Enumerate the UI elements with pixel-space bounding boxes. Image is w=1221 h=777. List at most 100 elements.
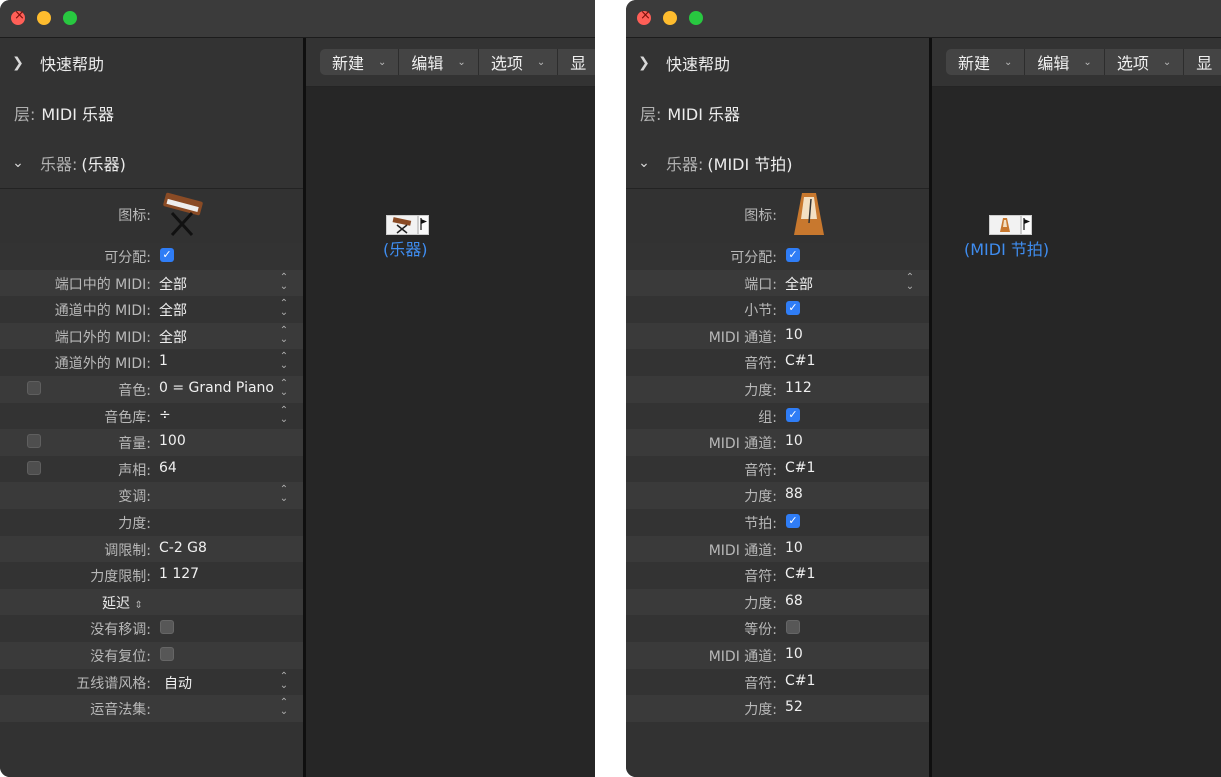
updown-chevron-icon[interactable]: ⌃ ⌄ bbox=[279, 325, 289, 344]
division-note-value[interactable]: C#1 bbox=[785, 673, 815, 689]
pan-value[interactable]: 64 bbox=[159, 460, 177, 476]
param-row-bar-velocity: 力度: 112 bbox=[626, 375, 929, 403]
param-label: 通道外的 MIDI: bbox=[54, 356, 151, 373]
chevron-down-icon: ⌄ bbox=[536, 56, 546, 68]
midi-in-channel-value[interactable]: 全部 bbox=[159, 300, 187, 320]
beat-note-value[interactable]: C#1 bbox=[785, 566, 815, 582]
param-row-midi-in-channel: 通道中的 MIDI: 全部 ⌃ ⌄ bbox=[0, 296, 303, 323]
instrument-header[interactable]: ⌄ 乐器: (乐器) bbox=[0, 138, 303, 189]
updown-chevron-icon[interactable]: ⌃ ⌄ bbox=[279, 671, 289, 690]
object-name[interactable]: (MIDI 节拍) bbox=[964, 236, 1049, 260]
midi-out-port-value[interactable]: 全部 bbox=[159, 327, 187, 347]
midi-in-port-value[interactable]: 全部 bbox=[159, 274, 187, 294]
division-channel-value[interactable]: 10 bbox=[785, 646, 803, 662]
menu-label: 显 bbox=[1196, 54, 1213, 73]
menu-label: 编辑 bbox=[1037, 54, 1070, 73]
param-label: 没有复位: bbox=[90, 648, 151, 665]
minimize-button[interactable] bbox=[663, 11, 677, 25]
param-label: 端口: bbox=[744, 276, 777, 293]
midi-out-channel-value[interactable]: 1 bbox=[159, 353, 168, 369]
port-value[interactable]: 全部 bbox=[785, 274, 813, 294]
param-label: 通道中的 MIDI: bbox=[54, 303, 151, 320]
updown-chevron-icon[interactable]: ⌃ ⌄ bbox=[905, 272, 915, 291]
bar-velocity-value[interactable]: 112 bbox=[785, 380, 812, 396]
updown-chevron-icon[interactable]: ⌃ ⌄ bbox=[279, 485, 289, 504]
updown-chevron-icon[interactable]: ⌃ ⌄ bbox=[279, 698, 289, 717]
group-velocity-value[interactable]: 88 bbox=[785, 486, 803, 502]
chevron-down-icon: ⌄ bbox=[378, 56, 387, 68]
param-row-bar: 小节: ✓ bbox=[626, 296, 929, 323]
chevron-right-icon: ❯ bbox=[12, 55, 24, 71]
beat-channel-value[interactable]: 10 bbox=[785, 540, 803, 556]
updown-chevron-icon[interactable]: ⌃ ⌄ bbox=[279, 272, 289, 291]
quick-help-header[interactable]: ❯ 快速帮助 bbox=[0, 38, 303, 89]
beat-velocity-value[interactable]: 68 bbox=[785, 593, 803, 609]
velocity-limit-value[interactable]: 1 127 bbox=[159, 566, 199, 582]
new-menu-button[interactable]: 新建 ⌄ bbox=[946, 49, 1026, 75]
assignable-checkbox[interactable]: ✓ bbox=[786, 248, 800, 262]
updown-chevron-icon[interactable]: ⌃ ⌄ bbox=[279, 352, 289, 371]
delay-label[interactable]: 延迟 ⇕ bbox=[102, 593, 143, 613]
metronome-icon[interactable] bbox=[784, 189, 834, 239]
updown-chevron-icon[interactable]: ⌃ ⌄ bbox=[279, 405, 289, 424]
zoom-button[interactable] bbox=[63, 11, 77, 25]
program-value[interactable]: 0 = Grand Piano bbox=[159, 380, 274, 396]
param-row-articulation: 运音法集: ⌃ ⌄ bbox=[0, 695, 303, 722]
program-enable-checkbox[interactable] bbox=[27, 380, 41, 395]
new-menu-button[interactable]: 新建 ⌄ bbox=[320, 49, 400, 75]
layer-label: 层: bbox=[14, 105, 36, 124]
edit-menu-button[interactable]: 编辑 ⌄ bbox=[1025, 49, 1105, 75]
options-menu-button[interactable]: 选项 ⌄ bbox=[1105, 49, 1185, 75]
edit-menu-button[interactable]: 编辑 ⌄ bbox=[399, 49, 479, 75]
param-label: 端口外的 MIDI: bbox=[54, 329, 151, 346]
param-label: MIDI 通道: bbox=[708, 648, 777, 665]
instrument-name[interactable]: (MIDI 节拍) bbox=[707, 151, 792, 175]
volume-enable-checkbox[interactable] bbox=[27, 434, 41, 449]
menu-label: 编辑 bbox=[411, 54, 444, 73]
no-reset-checkbox[interactable] bbox=[160, 646, 174, 661]
bar-channel-value[interactable]: 10 bbox=[785, 327, 803, 343]
parameter-list: 图标: 可分配: ✓ 端口中的 MIDI: 全部 ⌃ ⌄ 通道中的 MIDI: 全 bbox=[0, 189, 303, 722]
beat-checkbox[interactable]: ✓ bbox=[786, 513, 800, 528]
updown-chevron-icon[interactable]: ⌃ ⌄ bbox=[279, 378, 289, 397]
object-name[interactable]: (乐器) bbox=[383, 236, 428, 260]
param-row-no-reset: 没有复位: bbox=[0, 641, 303, 669]
key-limit-value[interactable]: C-2 G8 bbox=[159, 540, 207, 556]
chevron-down-icon: ⌄ bbox=[1162, 56, 1172, 68]
instrument-name[interactable]: (乐器) bbox=[81, 151, 126, 175]
updown-chevron-icon[interactable]: ⌃ ⌄ bbox=[279, 299, 289, 318]
param-label: 力度: bbox=[744, 595, 777, 612]
param-label: MIDI 通道: bbox=[708, 542, 777, 559]
assignable-checkbox[interactable]: ✓ bbox=[160, 248, 174, 262]
environment-canvas[interactable]: (MIDI 节拍) bbox=[932, 87, 1221, 777]
minimize-button[interactable] bbox=[37, 11, 51, 25]
instrument-header[interactable]: ⌄ 乐器: (MIDI 节拍) bbox=[626, 138, 929, 189]
window-instrument: ❯ 快速帮助 层: MIDI 乐器 ⌄ 乐器: (乐器) 图标: 可 bbox=[0, 0, 595, 777]
toolbar-menus: 新建 ⌄ 编辑 ⌄ 选项 ⌄ 显 bbox=[946, 49, 1221, 75]
division-checkbox[interactable] bbox=[786, 620, 800, 635]
keyboard-icon[interactable] bbox=[158, 189, 208, 239]
bank-value[interactable]: ÷ bbox=[159, 407, 171, 423]
options-menu-button[interactable]: 选项 ⌄ bbox=[479, 49, 559, 75]
view-menu-button[interactable]: 显 bbox=[1184, 49, 1221, 75]
bar-note-value[interactable]: C#1 bbox=[785, 353, 815, 369]
close-button[interactable] bbox=[11, 8, 25, 25]
no-transpose-checkbox[interactable] bbox=[160, 620, 174, 635]
close-button[interactable] bbox=[637, 8, 651, 25]
param-row-velocity-limit: 力度限制: 1 127 bbox=[0, 562, 303, 589]
param-row-no-transpose: 没有移调: bbox=[0, 615, 303, 642]
staff-style-value[interactable]: 自动 bbox=[164, 673, 192, 693]
zoom-button[interactable] bbox=[689, 11, 703, 25]
group-checkbox[interactable]: ✓ bbox=[786, 407, 800, 422]
volume-value[interactable]: 100 bbox=[159, 433, 186, 449]
environment-canvas[interactable]: (乐器) bbox=[306, 87, 595, 777]
chevron-down-icon: ⌄ bbox=[638, 155, 650, 171]
param-label: 音色库: bbox=[104, 409, 151, 426]
group-channel-value[interactable]: 10 bbox=[785, 433, 803, 449]
bar-checkbox[interactable]: ✓ bbox=[786, 301, 800, 316]
pan-enable-checkbox[interactable] bbox=[27, 460, 41, 475]
division-velocity-value[interactable]: 52 bbox=[785, 699, 803, 715]
group-note-value[interactable]: C#1 bbox=[785, 460, 815, 476]
view-menu-button[interactable]: 显 bbox=[558, 49, 595, 75]
quick-help-header[interactable]: ❯ 快速帮助 bbox=[626, 38, 929, 89]
